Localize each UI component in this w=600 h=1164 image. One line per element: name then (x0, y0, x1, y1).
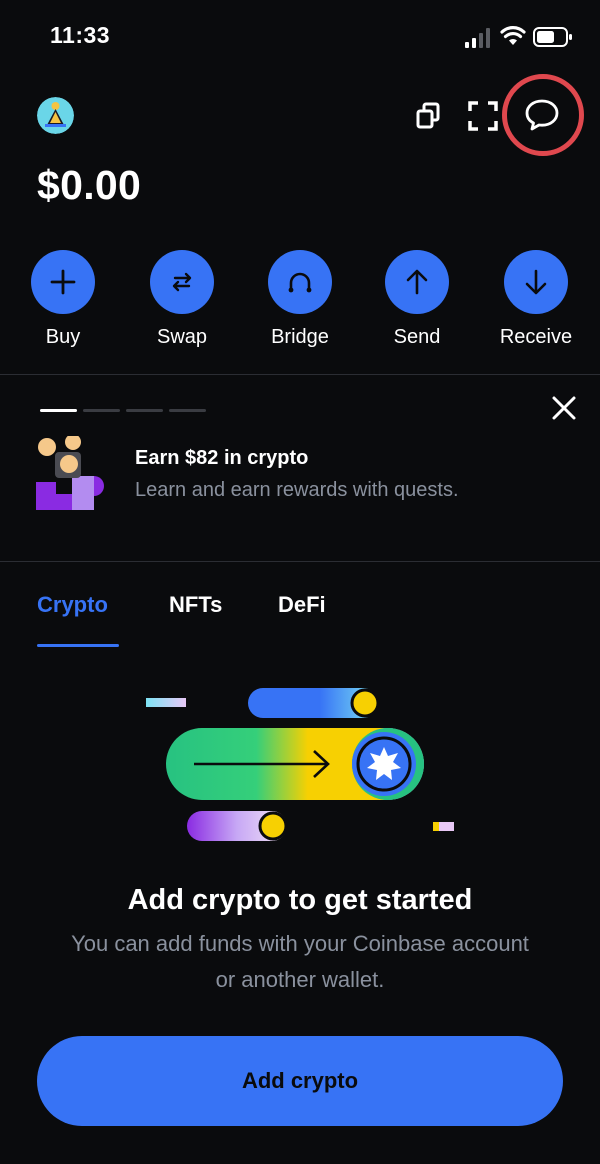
chat-bubble-icon[interactable] (522, 95, 562, 135)
wifi-icon (500, 26, 526, 45)
tab-defi[interactable]: DeFi (278, 592, 326, 618)
carousel-indicator-1 (40, 409, 77, 412)
tab-active-indicator (37, 644, 119, 647)
cellular-signal-icon (465, 28, 490, 48)
buy-label: Buy (45, 326, 81, 348)
empty-state-subtitle: You can add funds with your Coinbase acc… (71, 931, 529, 992)
qr-scan-icon[interactable] (463, 96, 503, 136)
buy-button[interactable]: Buy (8, 250, 118, 349)
tab-crypto[interactable]: Crypto (37, 592, 108, 618)
add-crypto-illustration (146, 688, 454, 841)
plus-icon (50, 269, 76, 295)
bridge-button[interactable]: Bridge (245, 250, 355, 349)
close-icon[interactable] (549, 393, 579, 423)
receive-circle[interactable] (504, 250, 568, 314)
avatar[interactable] (37, 97, 74, 134)
carousel-indicator-2 (83, 409, 120, 412)
send-label: Send (393, 326, 441, 348)
arrow-up-icon (406, 269, 428, 295)
status-time: 11:33 (50, 22, 111, 48)
arrow-down-icon (525, 269, 547, 295)
copy-icon[interactable] (408, 96, 448, 136)
divider (0, 374, 600, 375)
promo-title: Earn $82 in crypto (135, 447, 309, 469)
swap-circle[interactable] (150, 250, 214, 314)
empty-state-title: Add crypto to get started (127, 884, 473, 916)
send-circle[interactable] (385, 250, 449, 314)
tab-nfts[interactable]: NFTs (169, 592, 222, 618)
promo-subtitle: Learn and earn rewards with quests. (135, 479, 459, 501)
status-bar: 11:33 (0, 0, 600, 78)
bridge-circle[interactable] (268, 250, 332, 314)
swap-label: Swap (156, 326, 208, 348)
divider (0, 561, 600, 562)
bridge-icon (288, 272, 312, 293)
receive-button[interactable]: Receive (481, 250, 591, 349)
swap-button[interactable]: Swap (127, 250, 237, 349)
receive-label: Receive (499, 326, 573, 348)
send-button[interactable]: Send (362, 250, 472, 349)
swap-icon (172, 272, 192, 292)
quest-illustration (36, 436, 104, 510)
add-crypto-button[interactable]: Add crypto (37, 1036, 563, 1126)
avatar-image (37, 97, 74, 134)
buy-circle[interactable] (31, 250, 95, 314)
balance-amount: $0.00 (37, 162, 142, 208)
carousel-indicator-4 (169, 409, 206, 412)
carousel-indicator-3 (126, 409, 163, 412)
bridge-label: Bridge (271, 326, 329, 348)
battery-icon (533, 27, 572, 47)
